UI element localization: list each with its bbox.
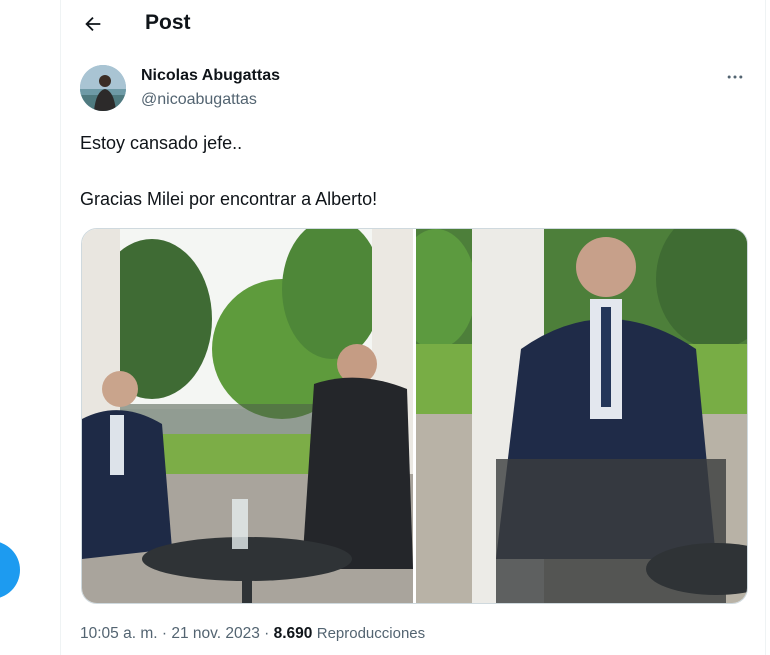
tweet-time[interactable]: 10:05 a. m. <box>80 625 158 642</box>
tweet-text-line: Gracias Milei por encontrar a Alberto! <box>80 189 378 209</box>
meta-separator: · <box>161 625 168 642</box>
arrow-left-icon <box>85 16 101 32</box>
tweet-meta: 10:05 a. m. · 21 nov. 2023 · 8.690 Repro… <box>80 623 425 645</box>
post-column: Post Nicolas Abugattas @nicoabugattas Es… <box>60 0 766 655</box>
page-title: Post <box>145 11 191 34</box>
meta-separator: · <box>264 625 270 642</box>
views-label: Reproducciones <box>316 625 426 642</box>
avatar[interactable] <box>80 65 126 111</box>
tweet-media <box>81 228 748 604</box>
tweet-date[interactable]: 21 nov. 2023 <box>171 625 259 642</box>
post-header: Post <box>61 0 765 48</box>
more-horizontal-icon <box>727 75 743 79</box>
tweet-photo[interactable] <box>416 229 747 603</box>
more-options-button[interactable] <box>720 62 750 92</box>
tweet-text-line: Estoy cansado jefe.. <box>80 133 243 153</box>
author-handle[interactable]: @nicoabugattas <box>141 89 257 111</box>
back-button[interactable] <box>75 6 111 42</box>
author-name[interactable]: Nicolas Abugattas <box>141 65 280 87</box>
tweet-photo[interactable] <box>82 229 413 603</box>
views-count: 8.690 <box>273 625 313 642</box>
